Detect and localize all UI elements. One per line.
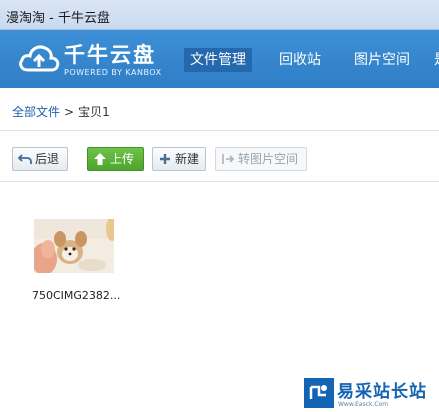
back-button[interactable]: 后退 <box>12 147 68 171</box>
divider <box>0 130 439 131</box>
cloud-logo-icon <box>19 45 60 72</box>
breadcrumb-separator: > <box>64 105 75 119</box>
move-to-image-space-button[interactable]: 转图片空间 <box>215 147 307 171</box>
app-header: 千牛云盘 POWERED BY KANBOX 文件管理 回收站 图片空间 是 <box>0 30 439 88</box>
move-button-label: 转图片空间 <box>238 152 299 166</box>
back-button-label: 后退 <box>35 152 60 166</box>
tab-image-space[interactable]: 图片空间 <box>348 48 416 72</box>
back-arrow-icon <box>18 154 32 164</box>
tab-more[interactable]: 是 <box>428 48 439 72</box>
window-titlebar: 漫淘淘 - 千牛云盘 <box>0 0 439 30</box>
new-button-label: 新建 <box>175 152 200 166</box>
new-button[interactable]: 新建 <box>152 147 206 171</box>
divider <box>0 181 439 182</box>
window-title: 漫淘淘 - 千牛云盘 <box>6 11 110 26</box>
move-arrow-icon <box>222 154 235 164</box>
watermark-title: 易采站长站 <box>337 382 427 402</box>
photo-thumbnail-image <box>34 219 114 273</box>
plus-icon <box>160 154 170 164</box>
app-logo-name: 千牛云盘 <box>64 43 156 67</box>
upload-button-label: 上传 <box>110 152 135 166</box>
watermark-url: Www.Easck.Com <box>338 401 389 408</box>
tab-file-management[interactable]: 文件管理 <box>184 48 252 72</box>
file-thumbnail[interactable] <box>34 219 114 273</box>
app-logo-subtitle: POWERED BY KANBOX <box>64 68 162 77</box>
upload-button[interactable]: 上传 <box>87 147 144 171</box>
upload-arrow-icon <box>94 153 106 165</box>
file-name[interactable]: 750CIMG2382... <box>32 289 120 302</box>
tab-recycle-bin[interactable]: 回收站 <box>273 48 327 72</box>
breadcrumb: 全部文件 > 宝贝1 <box>12 103 110 120</box>
breadcrumb-root-link[interactable]: 全部文件 <box>12 105 60 119</box>
breadcrumb-current: 宝贝1 <box>78 105 110 119</box>
watermark-logo-icon <box>304 378 334 408</box>
